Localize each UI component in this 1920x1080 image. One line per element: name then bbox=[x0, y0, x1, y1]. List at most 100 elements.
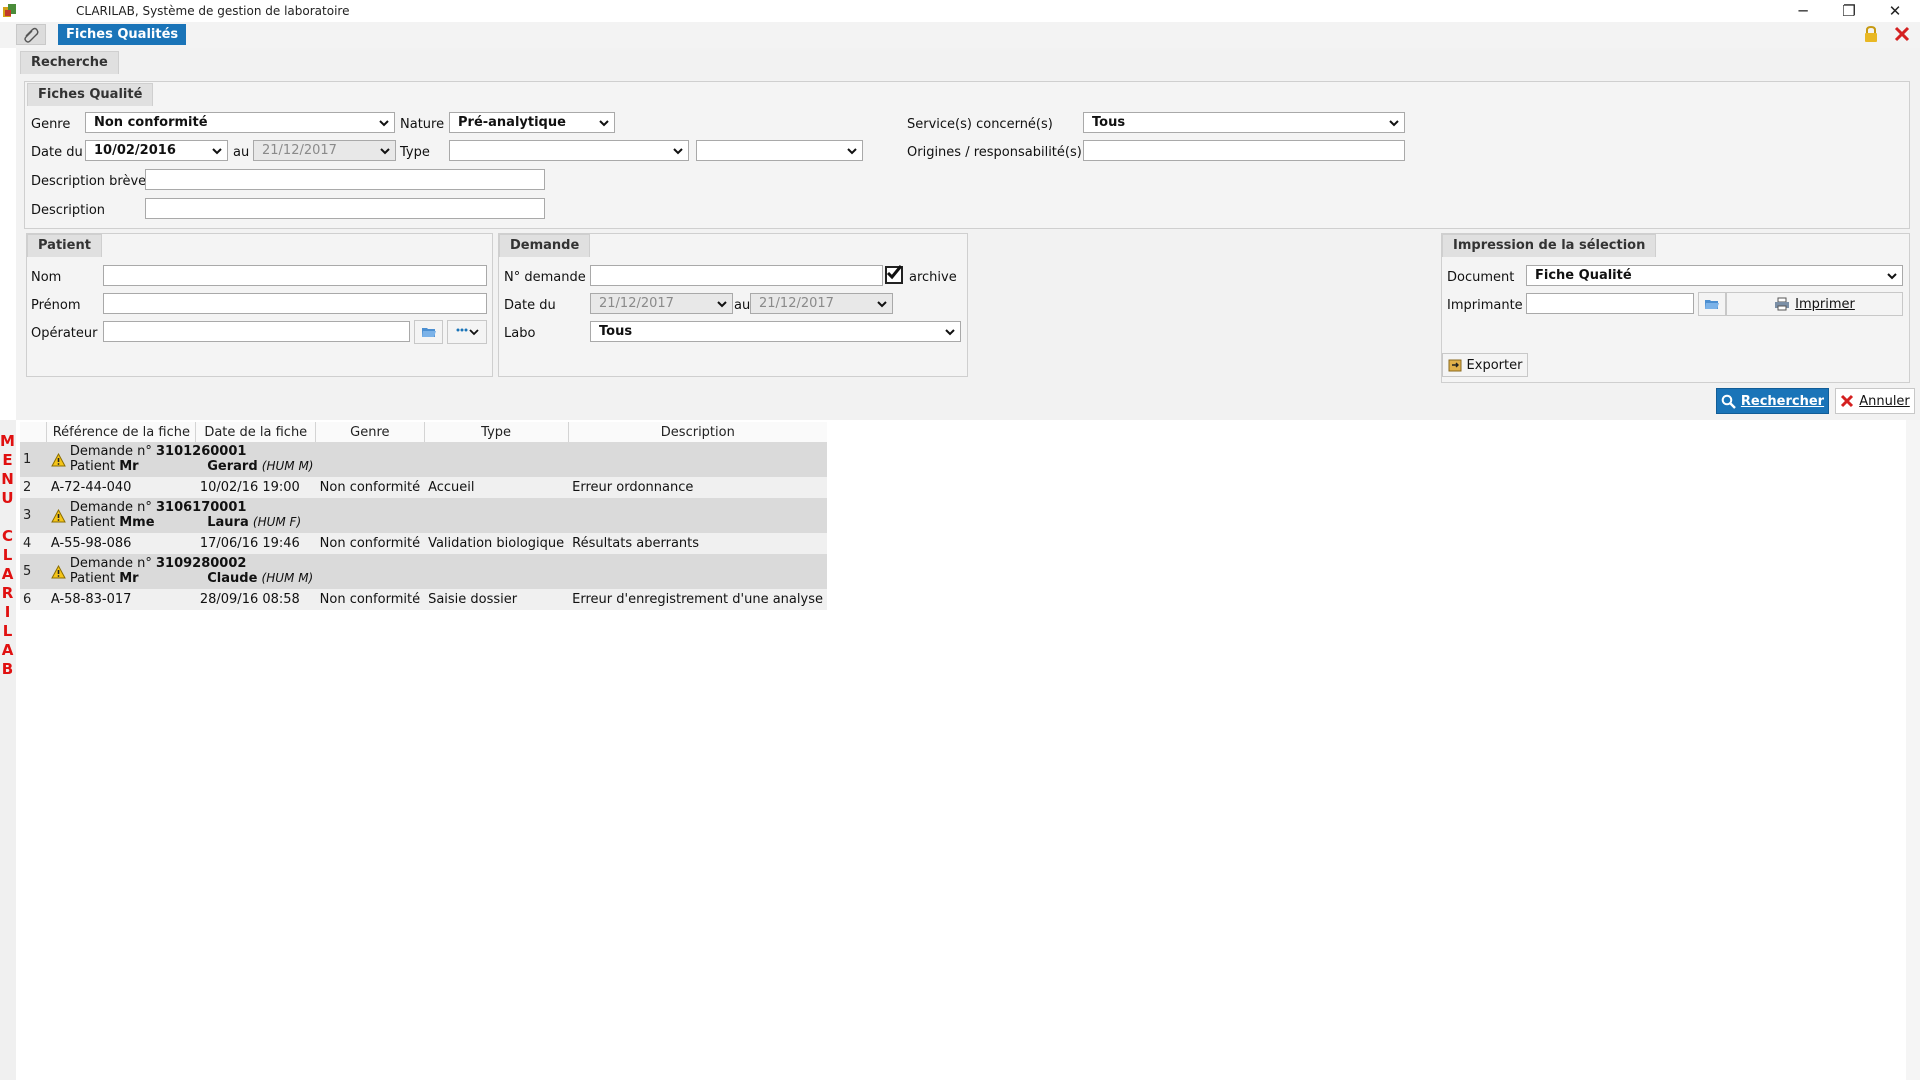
row-number: 6 bbox=[20, 589, 47, 610]
cell-reference: A-55-98-086 bbox=[46, 533, 196, 554]
labo-select[interactable]: Tous bbox=[590, 321, 961, 342]
cell-date: 28/09/16 08:58 bbox=[195, 589, 316, 610]
services-select[interactable]: Tous bbox=[1083, 112, 1405, 133]
demande-date-au-value: 21/12/2017 bbox=[759, 296, 834, 311]
results-table-container: Référence de la fiche Date de la fiche G… bbox=[20, 422, 827, 610]
archive-checkbox[interactable] bbox=[885, 265, 903, 284]
table-row[interactable]: 4 A-55-98-086 17/06/16 19:46 Non conformité… bbox=[20, 533, 827, 554]
table-group-row[interactable]: 1 Demande n° 3101260001 Patient Mr Gerard (… bbox=[20, 442, 827, 477]
column-header-date[interactable]: Date de la fiche bbox=[195, 422, 317, 442]
paperclip-button[interactable] bbox=[16, 24, 46, 45]
annuler-button[interactable]: Annuler bbox=[1835, 388, 1915, 414]
column-header-reference[interactable]: Référence de la fiche bbox=[46, 422, 197, 442]
folder-open-icon bbox=[1705, 300, 1719, 309]
prenom-input[interactable] bbox=[103, 293, 487, 314]
lock-button[interactable] bbox=[1862, 25, 1880, 43]
column-header-genre[interactable]: Genre bbox=[315, 422, 425, 442]
chevron-down-icon bbox=[599, 120, 609, 127]
patient-label: Patient bbox=[69, 571, 116, 586]
operateur-browse-button[interactable] bbox=[414, 320, 443, 344]
search-tab[interactable]: Recherche bbox=[20, 51, 119, 74]
origines-input[interactable] bbox=[1083, 140, 1405, 161]
demande-number: 3106170001 bbox=[155, 500, 247, 515]
num-demande-label: N° demande bbox=[504, 270, 586, 285]
nom-input[interactable] bbox=[103, 265, 487, 286]
demande-label: Demande n° bbox=[69, 556, 152, 571]
table-row[interactable]: 2 A-72-44-040 10/02/16 19:00 Non conformité… bbox=[20, 477, 827, 498]
demande-label: Demande n° bbox=[69, 444, 152, 459]
table-row[interactable]: 6 A-58-83-017 28/09/16 08:58 Non conformité… bbox=[20, 589, 827, 610]
cell-date: 17/06/16 19:46 bbox=[195, 533, 316, 554]
table-group-row[interactable]: 3 Demande n° 3106170001 Patient Mme Laura (… bbox=[20, 498, 827, 533]
table-group-row[interactable]: 5 Demande n° 3109280002 Patient Mr Claude (… bbox=[20, 554, 827, 589]
exporter-button[interactable]: Exporter bbox=[1442, 353, 1528, 377]
operateur-input[interactable] bbox=[103, 321, 410, 342]
imprimer-button[interactable]: Imprimer bbox=[1726, 292, 1903, 316]
demande-date-du-picker[interactable]: 21/12/2017 bbox=[590, 293, 733, 314]
cell-reference: A-58-83-017 bbox=[46, 589, 196, 610]
cell-date: 10/02/16 19:00 bbox=[195, 477, 316, 498]
chevron-down-icon bbox=[847, 148, 857, 155]
patient-label: Patient bbox=[69, 515, 116, 530]
nature-value: Pré-analytique bbox=[458, 115, 566, 130]
restore-button[interactable]: ❐ bbox=[1826, 0, 1872, 22]
demande-number: 3109280002 bbox=[155, 556, 247, 571]
column-header-type[interactable]: Type bbox=[424, 422, 569, 442]
genre-select[interactable]: Non conformité bbox=[85, 112, 395, 133]
patient-prenom: Gerard bbox=[207, 459, 258, 474]
patient-info: (HUM M) bbox=[261, 571, 314, 585]
operateur-options-button[interactable] bbox=[447, 320, 487, 344]
minimize-button[interactable]: ─ bbox=[1780, 0, 1826, 22]
date-au-value: 21/12/2017 bbox=[262, 143, 337, 158]
type-select[interactable] bbox=[449, 140, 689, 161]
date-au-picker[interactable]: 21/12/2017 bbox=[253, 140, 396, 161]
imprimer-label: Imprimer bbox=[1795, 296, 1855, 312]
document-select[interactable]: Fiche Qualité bbox=[1526, 265, 1903, 286]
tab-fiches-qualites[interactable]: Fiches Qualités bbox=[58, 24, 187, 45]
chevron-down-icon bbox=[673, 148, 683, 155]
labo-label: Labo bbox=[504, 326, 536, 341]
cell-description: Résultats aberrants bbox=[568, 533, 827, 554]
imprimante-input[interactable] bbox=[1526, 293, 1694, 314]
export-icon bbox=[1448, 359, 1462, 372]
close-module-button[interactable] bbox=[1893, 25, 1911, 43]
nature-select[interactable]: Pré-analytique bbox=[449, 112, 615, 133]
warning-icon bbox=[51, 564, 66, 578]
description-breve-input[interactable] bbox=[145, 169, 545, 190]
chevron-down-icon bbox=[380, 148, 390, 155]
subtype-select[interactable] bbox=[696, 140, 863, 161]
side-menu-button[interactable]: MENUCLARILAB bbox=[0, 432, 15, 679]
date-du-picker[interactable]: 10/02/2016 bbox=[85, 140, 228, 161]
cell-description: Erreur d'enregistrement d'une analyse bbox=[568, 589, 827, 610]
prenom-label: Prénom bbox=[31, 298, 81, 313]
close-window-button[interactable]: ✕ bbox=[1872, 0, 1918, 22]
warning-icon bbox=[51, 452, 66, 466]
close-icon bbox=[1894, 26, 1910, 42]
description-input[interactable] bbox=[145, 198, 545, 219]
impression-header: Impression de la sélection bbox=[1442, 234, 1657, 257]
genre-value: Non conformité bbox=[94, 115, 208, 130]
column-header-description[interactable]: Description bbox=[568, 422, 827, 442]
results-table: Référence de la fiche Date de la fiche G… bbox=[20, 422, 827, 610]
origines-label: Origines / responsabilité(s) bbox=[907, 145, 1082, 160]
demande-au-label: au bbox=[734, 298, 751, 313]
nature-label: Nature bbox=[400, 117, 445, 132]
rechercher-button[interactable]: Rechercher bbox=[1716, 388, 1829, 414]
operateur-label: Opérateur bbox=[31, 326, 98, 341]
demande-date-du-value: 21/12/2017 bbox=[599, 296, 674, 311]
annuler-label: Annuler bbox=[1859, 393, 1910, 409]
lock-icon bbox=[1865, 25, 1877, 42]
row-number: 5 bbox=[20, 554, 47, 589]
paperclip-icon bbox=[24, 27, 39, 43]
demande-number: 3101260001 bbox=[155, 444, 247, 459]
row-number: 2 bbox=[20, 477, 47, 498]
patient-info: (HUM F) bbox=[252, 515, 302, 529]
num-demande-input[interactable] bbox=[590, 265, 883, 286]
imprimante-browse-button[interactable] bbox=[1698, 292, 1726, 316]
row-number: 4 bbox=[20, 533, 47, 554]
demande-date-au-picker[interactable]: 21/12/2017 bbox=[750, 293, 893, 314]
date-du-value: 10/02/2016 bbox=[94, 143, 176, 158]
more-dropdown-icon bbox=[456, 328, 479, 336]
cell-reference: A-72-44-040 bbox=[46, 477, 196, 498]
services-label: Service(s) concerné(s) bbox=[907, 117, 1053, 132]
